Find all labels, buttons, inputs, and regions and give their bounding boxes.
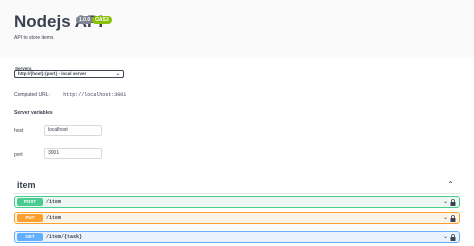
operation-path: /item	[46, 199, 62, 205]
operation-path: /item	[46, 215, 62, 221]
version-badge: 1.0.0	[76, 16, 94, 24]
computed-url: Computed URL: http://localhost:3001	[14, 92, 126, 98]
lock-icon[interactable]	[450, 234, 456, 241]
host-input[interactable]: localhost	[44, 125, 102, 136]
lock-icon[interactable]	[450, 199, 456, 206]
port-label: port	[14, 152, 23, 158]
chevron-down-icon[interactable]: ⌄	[443, 197, 448, 207]
server-select-value: http://{host}:{port} - local server	[18, 71, 87, 76]
chevron-down-icon[interactable]: ⌄	[443, 232, 448, 242]
operation-get-item-task[interactable]: GET /item/{task} ⌄	[14, 231, 460, 243]
method-badge: GET	[17, 233, 43, 241]
chevron-down-icon[interactable]: ⌄	[443, 213, 448, 223]
operation-post-item[interactable]: POST /item ⌄	[14, 196, 460, 208]
chevron-down-icon: ⌄	[115, 71, 120, 77]
info-section: Nodejs API 1.0.0 OAS3 API to store items	[0, 0, 474, 58]
method-badge: POST	[17, 198, 43, 206]
oas-badge: OAS3	[92, 16, 112, 24]
operation-put-item[interactable]: PUT /item ⌄	[14, 212, 460, 224]
server-select[interactable]: http://{host}:{port} - local server ⌄	[14, 70, 124, 78]
api-description: API to store items	[14, 35, 54, 41]
port-input[interactable]: 3001	[44, 148, 102, 159]
lock-icon[interactable]	[450, 215, 456, 222]
computed-url-value: http://localhost:3001	[63, 92, 127, 98]
server-variables-title: Server variables	[14, 110, 53, 116]
chevron-up-icon[interactable]: ⌃	[447, 180, 454, 189]
tag-name: item	[17, 180, 36, 190]
operation-path: /item/{task}	[46, 234, 83, 240]
method-badge: PUT	[17, 214, 43, 222]
tag-header-item[interactable]: item ⌃	[14, 180, 460, 194]
host-label: host	[14, 128, 24, 134]
computed-url-label: Computed URL:	[14, 92, 50, 98]
